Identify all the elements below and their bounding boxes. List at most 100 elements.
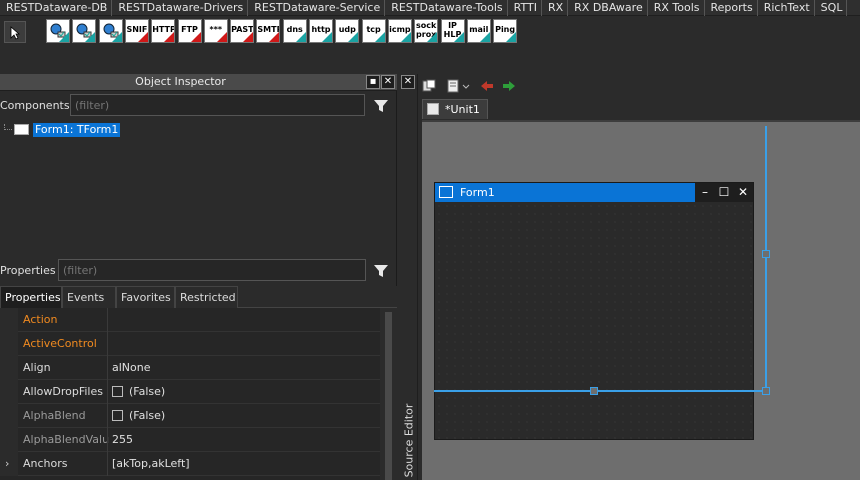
palette-component-udp-icon[interactable]: udp	[335, 19, 360, 43]
form-icon	[14, 124, 29, 135]
expand-chevron-icon[interactable]: ›	[5, 457, 9, 470]
tree-connector	[4, 124, 12, 130]
tab-restricted[interactable]: Restricted	[175, 286, 238, 308]
palette-icon-corner	[59, 32, 69, 42]
palette-component-dns-icon[interactable]: dns	[282, 19, 307, 43]
pointer-tool-button[interactable]	[4, 21, 26, 43]
property-value[interactable]: (False)	[112, 409, 165, 422]
palette-component-smtp-icon[interactable]: SMTP	[256, 19, 281, 43]
close-icon[interactable]: ✕	[381, 75, 395, 89]
form-icon	[439, 186, 453, 198]
property-value[interactable]: (False)	[112, 385, 165, 398]
row-gutter	[0, 428, 18, 452]
palette-component-ping-icon[interactable]: Ping	[493, 19, 518, 43]
property-name: Align	[23, 361, 51, 374]
resize-handle-bottom[interactable]	[590, 387, 598, 395]
chevron-down-icon[interactable]	[462, 79, 470, 93]
designer-toolbar	[418, 74, 860, 98]
property-value-text: 255	[112, 433, 133, 446]
form1-window-controls: – ☐ ✕	[695, 183, 753, 202]
checkbox[interactable]	[112, 386, 123, 397]
tab-properties[interactable]: Properties	[0, 286, 62, 308]
palette-icon-corner	[400, 32, 411, 42]
palette-icon-corner	[322, 32, 332, 42]
palette-tab[interactable]: RESTDataware-Tools	[385, 0, 508, 16]
palette-component-pic-globe-1-icon[interactable]	[46, 19, 70, 43]
palette-icon-corner	[506, 32, 517, 42]
toolbar-gap	[0, 46, 860, 74]
tab-events[interactable]: Events	[62, 286, 116, 308]
maximize-icon: ☐	[718, 185, 730, 199]
form1-client-area[interactable]	[435, 202, 753, 439]
palette-component-http-red-icon[interactable]: HTTP	[151, 19, 176, 43]
filter-funnel-icon[interactable]	[372, 97, 390, 115]
palette-component-ip-hlp-icon[interactable]: IP HLP	[440, 19, 465, 43]
palette-component-sock-prox-icon[interactable]: sock prox	[414, 19, 439, 43]
back-arrow-icon[interactable]	[480, 79, 494, 93]
palette-tab[interactable]: RTTI	[508, 0, 542, 16]
checkbox[interactable]	[112, 410, 123, 421]
toggle-form-unit-icon[interactable]	[422, 79, 436, 93]
column-divider	[107, 332, 108, 356]
column-divider	[107, 380, 108, 404]
components-filter-input[interactable]	[70, 94, 365, 116]
palette-component-stars-icon[interactable]: ***	[203, 19, 228, 43]
property-value[interactable]: 255	[112, 433, 133, 446]
property-value[interactable]: alNone	[112, 361, 151, 374]
resize-handle-corner[interactable]	[762, 387, 770, 395]
palette-tab[interactable]: RESTDataware-Service	[248, 0, 386, 16]
form1-window[interactable]: Form1 – ☐ ✕	[434, 182, 754, 440]
palette-component-pic-globe-3-icon[interactable]	[98, 19, 123, 43]
property-value[interactable]: [akTop,akLeft]	[112, 457, 190, 470]
palette-tab[interactable]: SQL	[815, 0, 848, 16]
form1-titlebar: Form1	[435, 183, 695, 202]
palette-component-past-icon[interactable]: PAST	[230, 19, 255, 43]
property-row[interactable]: AlphaBlend (False)	[0, 404, 380, 428]
filter-funnel-icon[interactable]	[372, 262, 390, 280]
property-row[interactable]: › Anchors [akTop,akLeft]	[0, 452, 380, 476]
selection-right-edge	[765, 126, 767, 392]
properties-filter-input[interactable]	[58, 259, 366, 281]
palette-tab[interactable]: RX DBAware	[568, 0, 648, 16]
tab-favorites[interactable]: Favorites	[116, 286, 175, 308]
palette-component-mail-icon[interactable]: mail	[466, 19, 491, 43]
form-list-icon[interactable]	[446, 79, 460, 93]
source-editor-tab[interactable]: Source Editor	[400, 404, 416, 478]
row-gutter	[0, 332, 18, 356]
palette-component-ftp-icon[interactable]: FTP	[177, 19, 202, 43]
forward-arrow-icon[interactable]	[502, 79, 516, 93]
palette-tab[interactable]: RESTDataware-DB	[0, 0, 113, 16]
property-grid-scrollbar[interactable]	[380, 308, 397, 480]
palette-tab[interactable]: RX Tools	[648, 0, 705, 16]
tree-node-form1[interactable]: Form1: TForm1	[14, 122, 121, 137]
property-row[interactable]: ActiveControl	[0, 332, 380, 356]
property-row[interactable]: AllowDropFiles (False)	[0, 380, 380, 404]
property-row[interactable]: Align alNone	[0, 356, 380, 380]
palette-tab[interactable]: RichText	[758, 0, 815, 16]
close-icon[interactable]: ✕	[401, 75, 415, 89]
source-editor-label: Source Editor	[402, 403, 416, 478]
pin-icon[interactable]: ▪	[366, 75, 380, 89]
property-value-text: (False)	[129, 385, 166, 398]
palette-component-icmp-icon[interactable]: icmp	[387, 19, 412, 43]
close-icon: ✕	[737, 185, 749, 199]
palette-tab[interactable]: RX	[542, 0, 569, 16]
property-grid: Action ActiveControl Align alNone AllowDropF…	[0, 308, 397, 480]
palette-component-pic-globe-2-icon[interactable]	[72, 19, 97, 43]
property-row[interactable]: AlphaBlendValu 255	[0, 428, 380, 452]
palette-icon-corner	[479, 32, 490, 42]
property-row[interactable]: Action	[0, 308, 380, 332]
component-tree: Form1: TForm1	[0, 118, 397, 256]
palette-tab[interactable]: RESTDataware-Drivers	[112, 0, 249, 16]
object-inspector-title: Object Inspector	[135, 75, 226, 88]
resize-handle-right[interactable]	[762, 250, 770, 258]
palette-component-http-icon[interactable]: http	[309, 19, 333, 43]
palette-tab[interactable]: Reports	[705, 0, 758, 16]
palette-component-snif-icon[interactable]: SNIF	[124, 19, 149, 43]
palette-icon-corner	[190, 32, 201, 42]
unit-tab-label: *Unit1	[445, 103, 480, 116]
scrollbar-thumb[interactable]	[385, 312, 392, 480]
selection-bottom-edge	[434, 390, 766, 392]
palette-component-tcp-icon[interactable]: tcp	[361, 19, 386, 43]
tab-unit1[interactable]: *Unit1	[422, 99, 488, 119]
